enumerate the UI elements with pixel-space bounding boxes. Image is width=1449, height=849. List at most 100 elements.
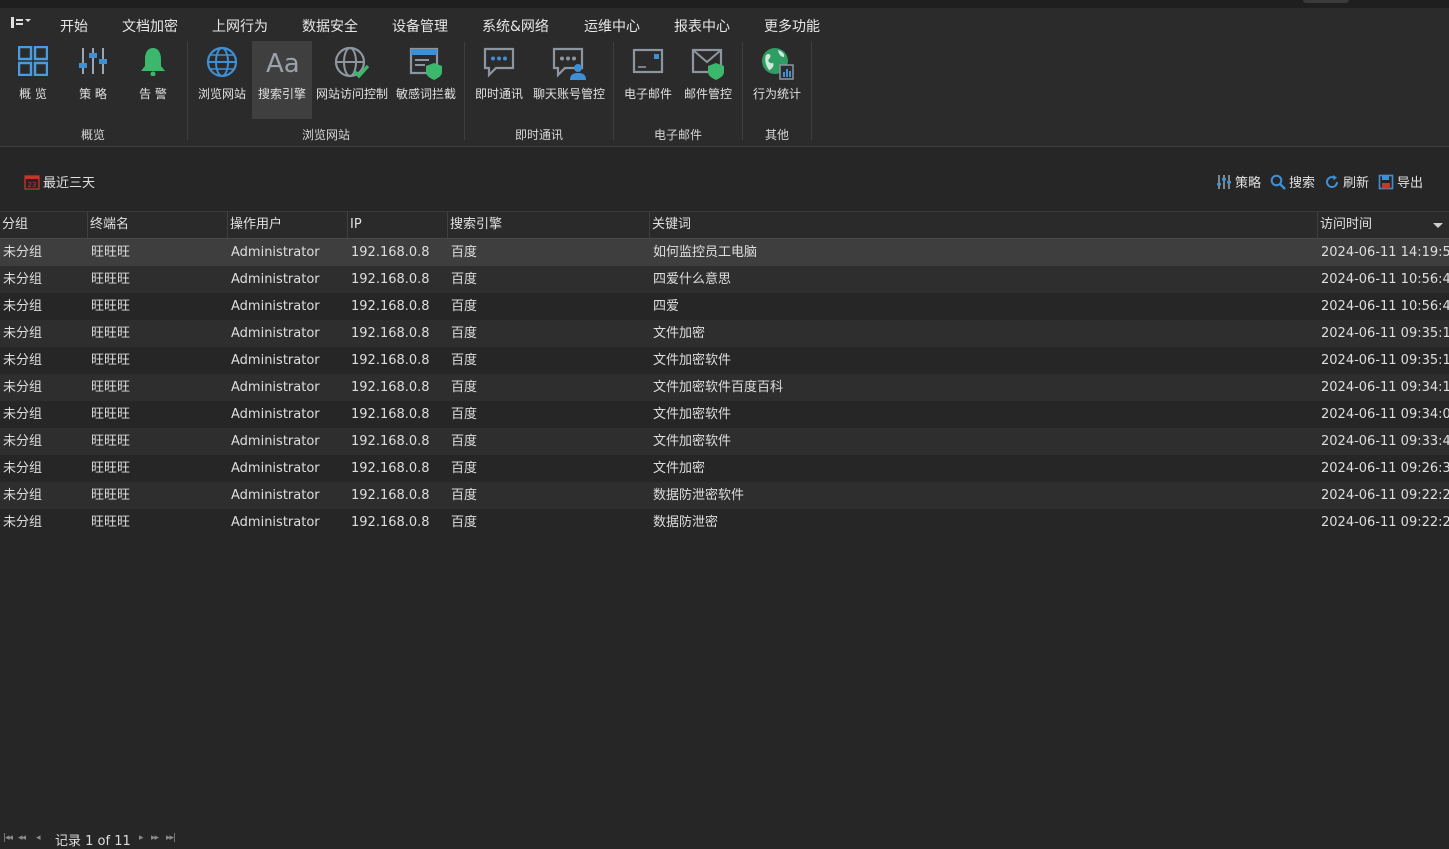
cell-terminal: 旺旺旺 (91, 434, 131, 449)
cell-search-engine: 百度 (451, 488, 478, 503)
column-header-ip[interactable]: IP (347, 212, 447, 238)
cell-search-engine: 百度 (451, 245, 478, 260)
cell-keyword: 数据防泄密 (653, 515, 719, 530)
cell-ip: 192.168.0.8 (351, 515, 430, 530)
ribbon-browse-web-label: 浏览网站 (197, 87, 246, 101)
table-row[interactable]: 未分组 旺旺旺 Administrator 192.168.0.8 百度 如何监控员工电脑… (0, 239, 1449, 266)
menu-more-features[interactable]: 更多功能 (764, 16, 820, 36)
cell-keyword: 文件加密软件 (653, 353, 732, 368)
cell-user: Administrator (231, 299, 320, 314)
prev-page-group-icon[interactable]: ◂◂ (18, 833, 26, 843)
cell-terminal: 旺旺旺 (91, 461, 131, 476)
ribbon-browse-web-button[interactable]: 浏览网站 (194, 41, 250, 119)
ribbon-group-email: 电子邮件 (653, 128, 702, 142)
last-page-icon[interactable]: ▸▸| (166, 833, 176, 843)
table-row[interactable]: 未分组 旺旺旺 Administrator 192.168.0.8 百度 文件加密软件 20… (0, 347, 1449, 374)
ribbon-alert-button[interactable]: 告 警 (126, 41, 180, 119)
ribbon-separator (464, 42, 465, 140)
next-record-icon[interactable]: ▸ (139, 833, 143, 843)
ribbon-overview-label: 概 览 (19, 87, 47, 101)
menu-doc-encryption[interactable]: 文档加密 (122, 16, 178, 36)
column-header-keyword[interactable]: 关键词 (649, 212, 1317, 238)
cell-search-engine: 百度 (451, 407, 478, 422)
table-row[interactable]: 未分组 旺旺旺 Administrator 192.168.0.8 百度 数据防泄密 202… (0, 509, 1449, 536)
grid-body: 未分组 旺旺旺 Administrator 192.168.0.8 百度 如何监控员工电脑… (0, 239, 1449, 536)
sort-descending-icon (1433, 223, 1443, 228)
table-row[interactable]: 未分组 旺旺旺 Administrator 192.168.0.8 百度 文件加密软件百度… (0, 374, 1449, 401)
table-row[interactable]: 未分组 旺旺旺 Administrator 192.168.0.8 百度 文件加密 2024… (0, 320, 1449, 347)
ribbon-separator (187, 42, 188, 140)
column-header-terminal[interactable]: 终端名 (87, 212, 227, 238)
ribbon-chat-account-button[interactable]: 聊天账号管控 (530, 41, 608, 119)
cell-group: 未分组 (3, 407, 43, 422)
column-header-user[interactable]: 操作用户 (227, 212, 347, 238)
app-menu-icon[interactable] (10, 15, 32, 31)
policy-button[interactable]: 策略 (1216, 172, 1261, 191)
ribbon-overview-button[interactable]: 概 览 (6, 41, 60, 119)
cell-terminal: 旺旺旺 (91, 326, 131, 341)
sliders-icon (1217, 175, 1231, 189)
cell-terminal: 旺旺旺 (91, 245, 131, 260)
cell-user: Administrator (231, 434, 320, 449)
ribbon: 概 览 策 略 告 警 浏览网站 Aa 搜索引擎 网站访问控制 敏感词拦截 即时… (0, 38, 1449, 147)
ribbon-search-engine-label: 搜索引擎 (257, 87, 306, 101)
menu-internet-behavior[interactable]: 上网行为 (210, 16, 270, 40)
cell-user: Administrator (231, 245, 320, 260)
next-page-group-icon[interactable]: ▸▸ (151, 833, 159, 843)
table-row[interactable]: 未分组 旺旺旺 Administrator 192.168.0.8 百度 文件加密软件 20… (0, 428, 1449, 455)
table-row[interactable]: 未分组 旺旺旺 Administrator 192.168.0.8 百度 文件加密 2024… (0, 455, 1449, 482)
refresh-button[interactable]: 刷新 (1324, 172, 1369, 191)
cell-user: Administrator (231, 461, 320, 476)
date-filter-button[interactable]: 23 最近三天 (24, 172, 95, 191)
menu-system-network[interactable]: 系统&网络 (482, 16, 549, 36)
column-header-visit-time[interactable]: 访问时间 (1317, 212, 1449, 238)
cell-search-engine: 百度 (451, 434, 478, 449)
search-button[interactable]: 搜索 (1270, 172, 1315, 191)
ribbon-sensitive-word-button[interactable]: 敏感词拦截 (392, 41, 460, 119)
first-page-icon[interactable]: |◂◂ (3, 833, 13, 843)
cell-group: 未分组 (3, 461, 43, 476)
cell-group: 未分组 (3, 272, 43, 287)
menu-data-security[interactable]: 数据安全 (302, 16, 358, 36)
ribbon-search-engine-button[interactable]: Aa 搜索引擎 (252, 41, 312, 119)
table-row[interactable]: 未分组 旺旺旺 Administrator 192.168.0.8 百度 文件加密软件 20… (0, 401, 1449, 428)
menu-device-management[interactable]: 设备管理 (392, 16, 448, 36)
ribbon-site-access-control-button[interactable]: 网站访问控制 (314, 41, 390, 119)
toolbar: 23 最近三天 策略 搜索 刷新 导出 (0, 165, 1449, 199)
menu-start[interactable]: 开始 (60, 16, 88, 36)
ribbon-policy-button[interactable]: 策 略 (66, 41, 120, 119)
ribbon-separator (613, 42, 614, 140)
cell-ip: 192.168.0.8 (351, 407, 430, 422)
export-save-icon (1378, 174, 1394, 190)
ribbon-im-label: 即时通讯 (474, 87, 523, 101)
cell-group: 未分组 (3, 353, 43, 368)
export-button[interactable]: 导出 (1378, 172, 1423, 191)
cell-keyword: 四爱 (653, 299, 680, 314)
ribbon-email-control-button[interactable]: 邮件管控 (680, 41, 736, 119)
ribbon-policy-label: 策 略 (79, 87, 107, 101)
ribbon-email-button[interactable]: 电子邮件 (620, 41, 676, 119)
window-control-pill[interactable] (1303, 0, 1349, 3)
column-header-group[interactable]: 分组 (0, 212, 87, 238)
ribbon-im-button[interactable]: 即时通讯 (470, 41, 528, 119)
cell-terminal: 旺旺旺 (91, 407, 131, 422)
table-row[interactable]: 未分组 旺旺旺 Administrator 192.168.0.8 百度 四爱 2024-0… (0, 293, 1449, 320)
table-row[interactable]: 未分组 旺旺旺 Administrator 192.168.0.8 百度 四爱什么意思 20… (0, 266, 1449, 293)
cell-ip: 192.168.0.8 (351, 245, 430, 260)
cell-user: Administrator (231, 326, 320, 341)
menu-ops-center[interactable]: 运维中心 (584, 16, 640, 36)
cell-search-engine: 百度 (451, 380, 478, 395)
cell-ip: 192.168.0.8 (351, 326, 430, 341)
column-header-search-engine[interactable]: 搜索引擎 (447, 212, 649, 238)
globe-check-icon (334, 46, 370, 79)
ribbon-behavior-stats-button[interactable]: 行为统计 (748, 41, 806, 119)
chat-bubble-icon (483, 47, 515, 78)
policy-sliders-icon (79, 48, 107, 74)
ribbon-behavior-stats-label: 行为统计 (752, 87, 801, 101)
table-row[interactable]: 未分组 旺旺旺 Administrator 192.168.0.8 百度 数据防泄密软件 2… (0, 482, 1449, 509)
overview-grid-icon (18, 46, 48, 76)
ribbon-chat-account-label: 聊天账号管控 (532, 87, 605, 101)
prev-record-icon[interactable]: ◂ (36, 833, 40, 843)
menu-report-center[interactable]: 报表中心 (674, 16, 730, 36)
globe-chart-icon (762, 48, 794, 80)
